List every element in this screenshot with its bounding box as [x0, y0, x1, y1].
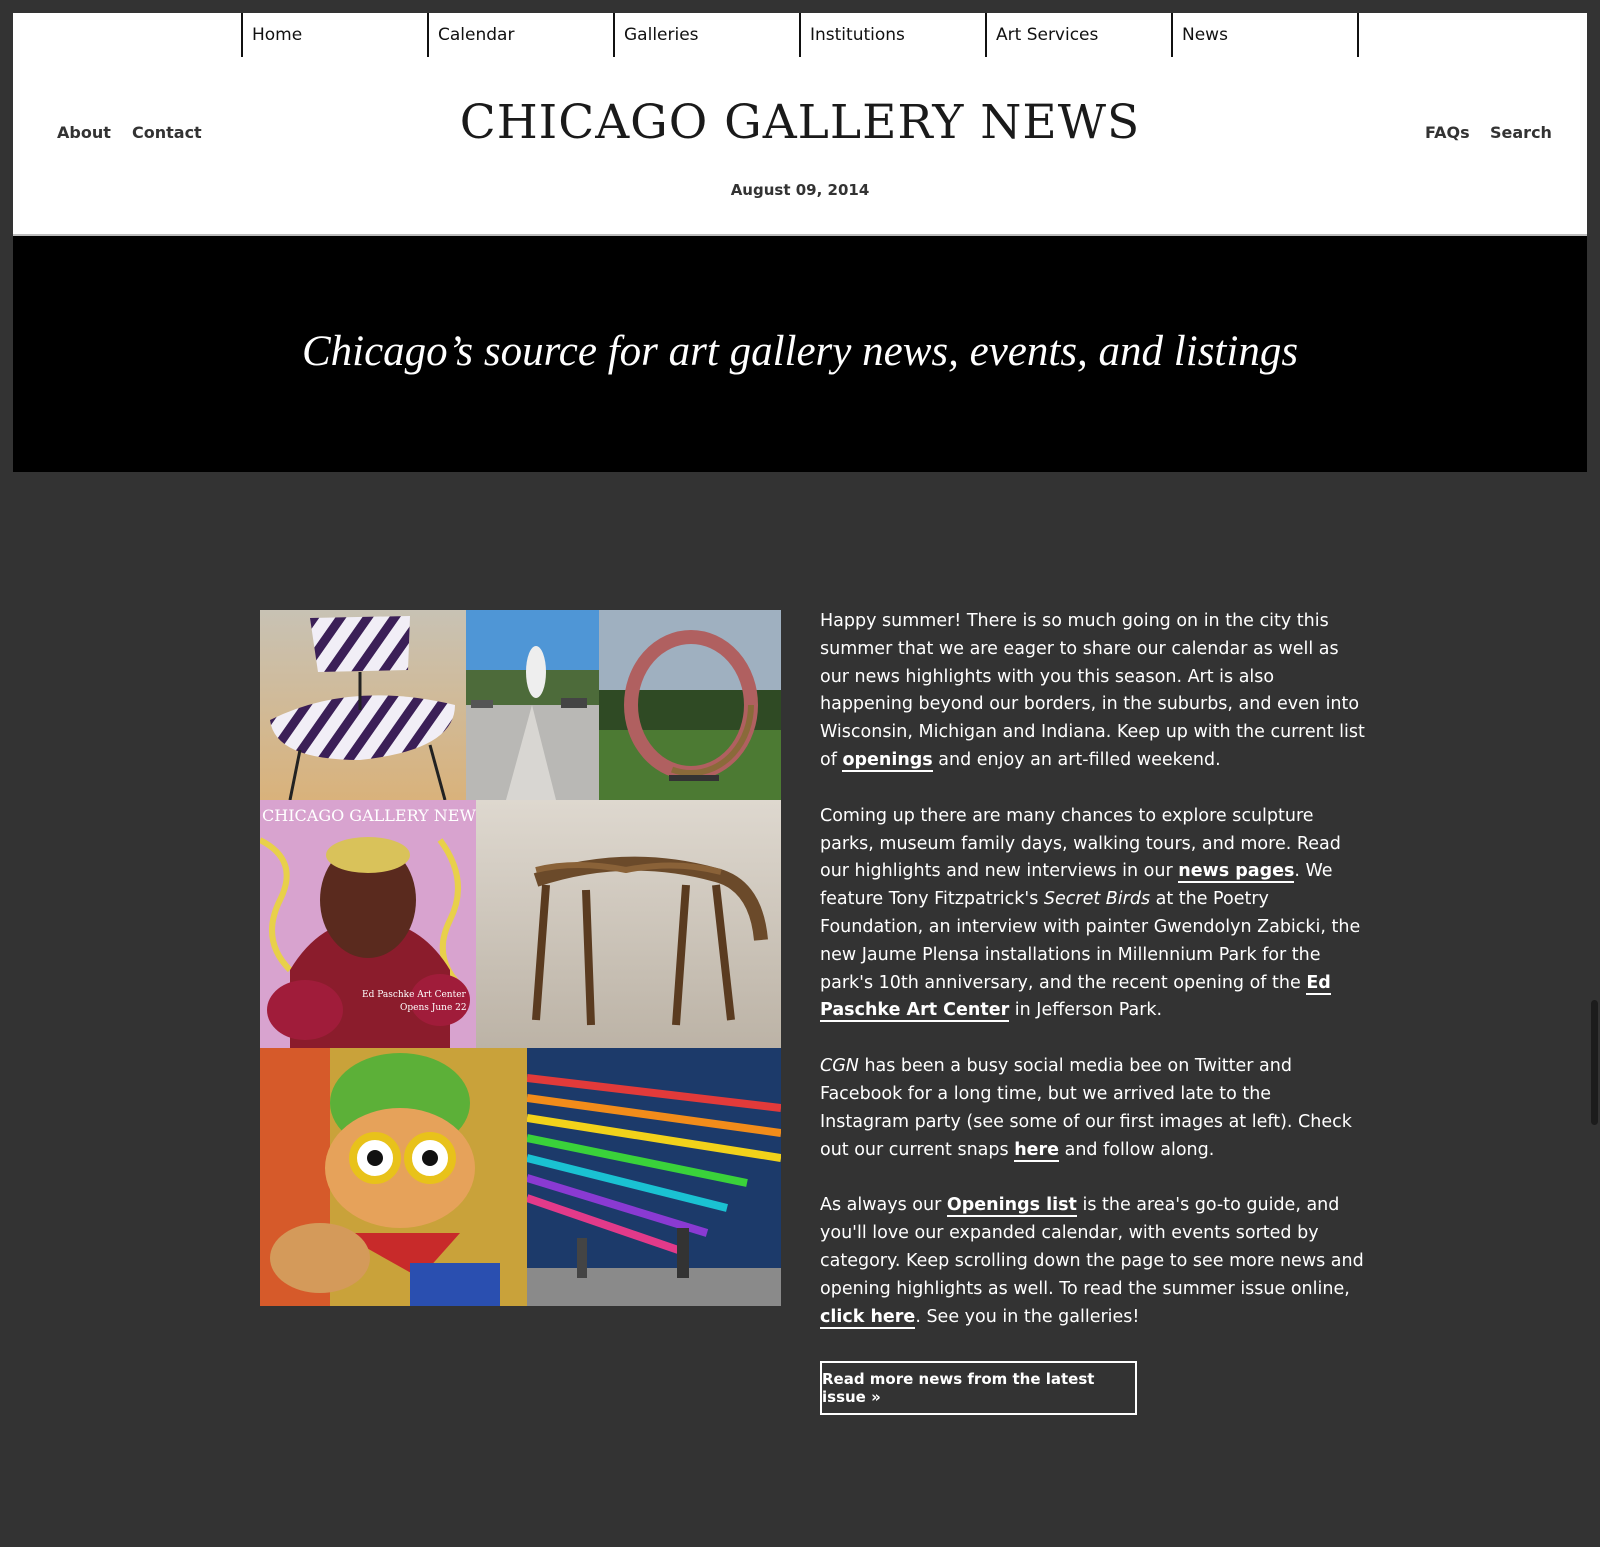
- site-header: Home Calendar Galleries Institutions Art…: [13, 13, 1587, 236]
- top-nav: Home Calendar Galleries Institutions Art…: [241, 13, 1359, 57]
- news-pages-link[interactable]: news pages: [1178, 861, 1295, 884]
- nav-home[interactable]: Home: [241, 13, 427, 57]
- collage-photo-neon-mural: [527, 1048, 781, 1306]
- click-here-link[interactable]: click here: [820, 1306, 916, 1329]
- article-paragraph: Happy summer! There is so much going on …: [820, 608, 1365, 775]
- paragraph-text: in Jefferson Park.: [1009, 1000, 1163, 1021]
- hero-tagline: Chicago’s source for art gallery news, e…: [301, 328, 1299, 375]
- collage-photo-zebra-chair: [260, 610, 466, 800]
- cover-caption-2: Opens June 22: [400, 1003, 467, 1013]
- collage-photo-plaza-sculpture: [466, 610, 599, 800]
- paragraph-text: . See you in the galleries!: [915, 1306, 1140, 1327]
- nav-divider: [1357, 13, 1359, 57]
- paragraph-text: and enjoy an art-filled weekend.: [932, 749, 1221, 770]
- nav-news[interactable]: News: [1171, 13, 1357, 57]
- cover-caption-1: Ed Paschke Art Center: [362, 990, 466, 1000]
- neon-mural-image: [527, 1048, 781, 1306]
- nav-institutions[interactable]: Institutions: [799, 13, 985, 57]
- plaza-image: [466, 610, 599, 800]
- collage-photo-driftwood-horse: [476, 800, 781, 1048]
- paragraph-text: and follow along.: [1059, 1139, 1215, 1160]
- openings-list-link[interactable]: Openings list: [946, 1195, 1077, 1218]
- nav-art-services[interactable]: Art Services: [985, 13, 1171, 57]
- paragraph-text: Happy summer! There is so much going on …: [820, 611, 1365, 770]
- openings-link[interactable]: openings: [842, 749, 933, 772]
- zebra-chair-image: [260, 610, 466, 800]
- ring-sculpture-image: [599, 610, 781, 800]
- instagram-here-link[interactable]: here: [1014, 1139, 1060, 1162]
- collage-magazine-cover: CHICAGO GALLERY NEWS Ed Paschke Art Cent…: [260, 800, 476, 1048]
- issue-date: August 09, 2014: [730, 181, 870, 199]
- site-title[interactable]: CHICAGO GALLERY NEWS: [13, 95, 1587, 150]
- read-more-button[interactable]: Read more news from the latest issue »: [820, 1361, 1137, 1415]
- collage-photo-cartoon-mural: [260, 1048, 527, 1306]
- nav-calendar[interactable]: Calendar: [427, 13, 613, 57]
- article-paragraph: Coming up there are many chances to expl…: [820, 803, 1365, 1025]
- paragraph-text: As always our: [820, 1195, 947, 1216]
- article-paragraph: CGN has been a busy social media bee on …: [820, 1053, 1365, 1164]
- instagram-collage: CHICAGO GALLERY NEWS Ed Paschke Art Cent…: [260, 610, 781, 1306]
- scrollbar-thumb[interactable]: [1591, 1000, 1598, 1125]
- horse-sculpture-image: [476, 800, 781, 1048]
- intro-article: Happy summer! There is so much going on …: [820, 608, 1365, 1359]
- cover-masthead: CHICAGO GALLERY NEWS: [262, 806, 476, 825]
- mural-character-image: [260, 1048, 527, 1306]
- cgn-abbrev: CGN: [820, 1056, 859, 1077]
- collage-photo-ring-sculpture: [599, 610, 781, 800]
- article-paragraph: As always our Openings list is the area'…: [820, 1192, 1365, 1331]
- hero-banner: Chicago’s source for art gallery news, e…: [13, 236, 1587, 472]
- secret-birds-title: Secret Birds: [1043, 889, 1151, 910]
- nav-galleries[interactable]: Galleries: [613, 13, 799, 57]
